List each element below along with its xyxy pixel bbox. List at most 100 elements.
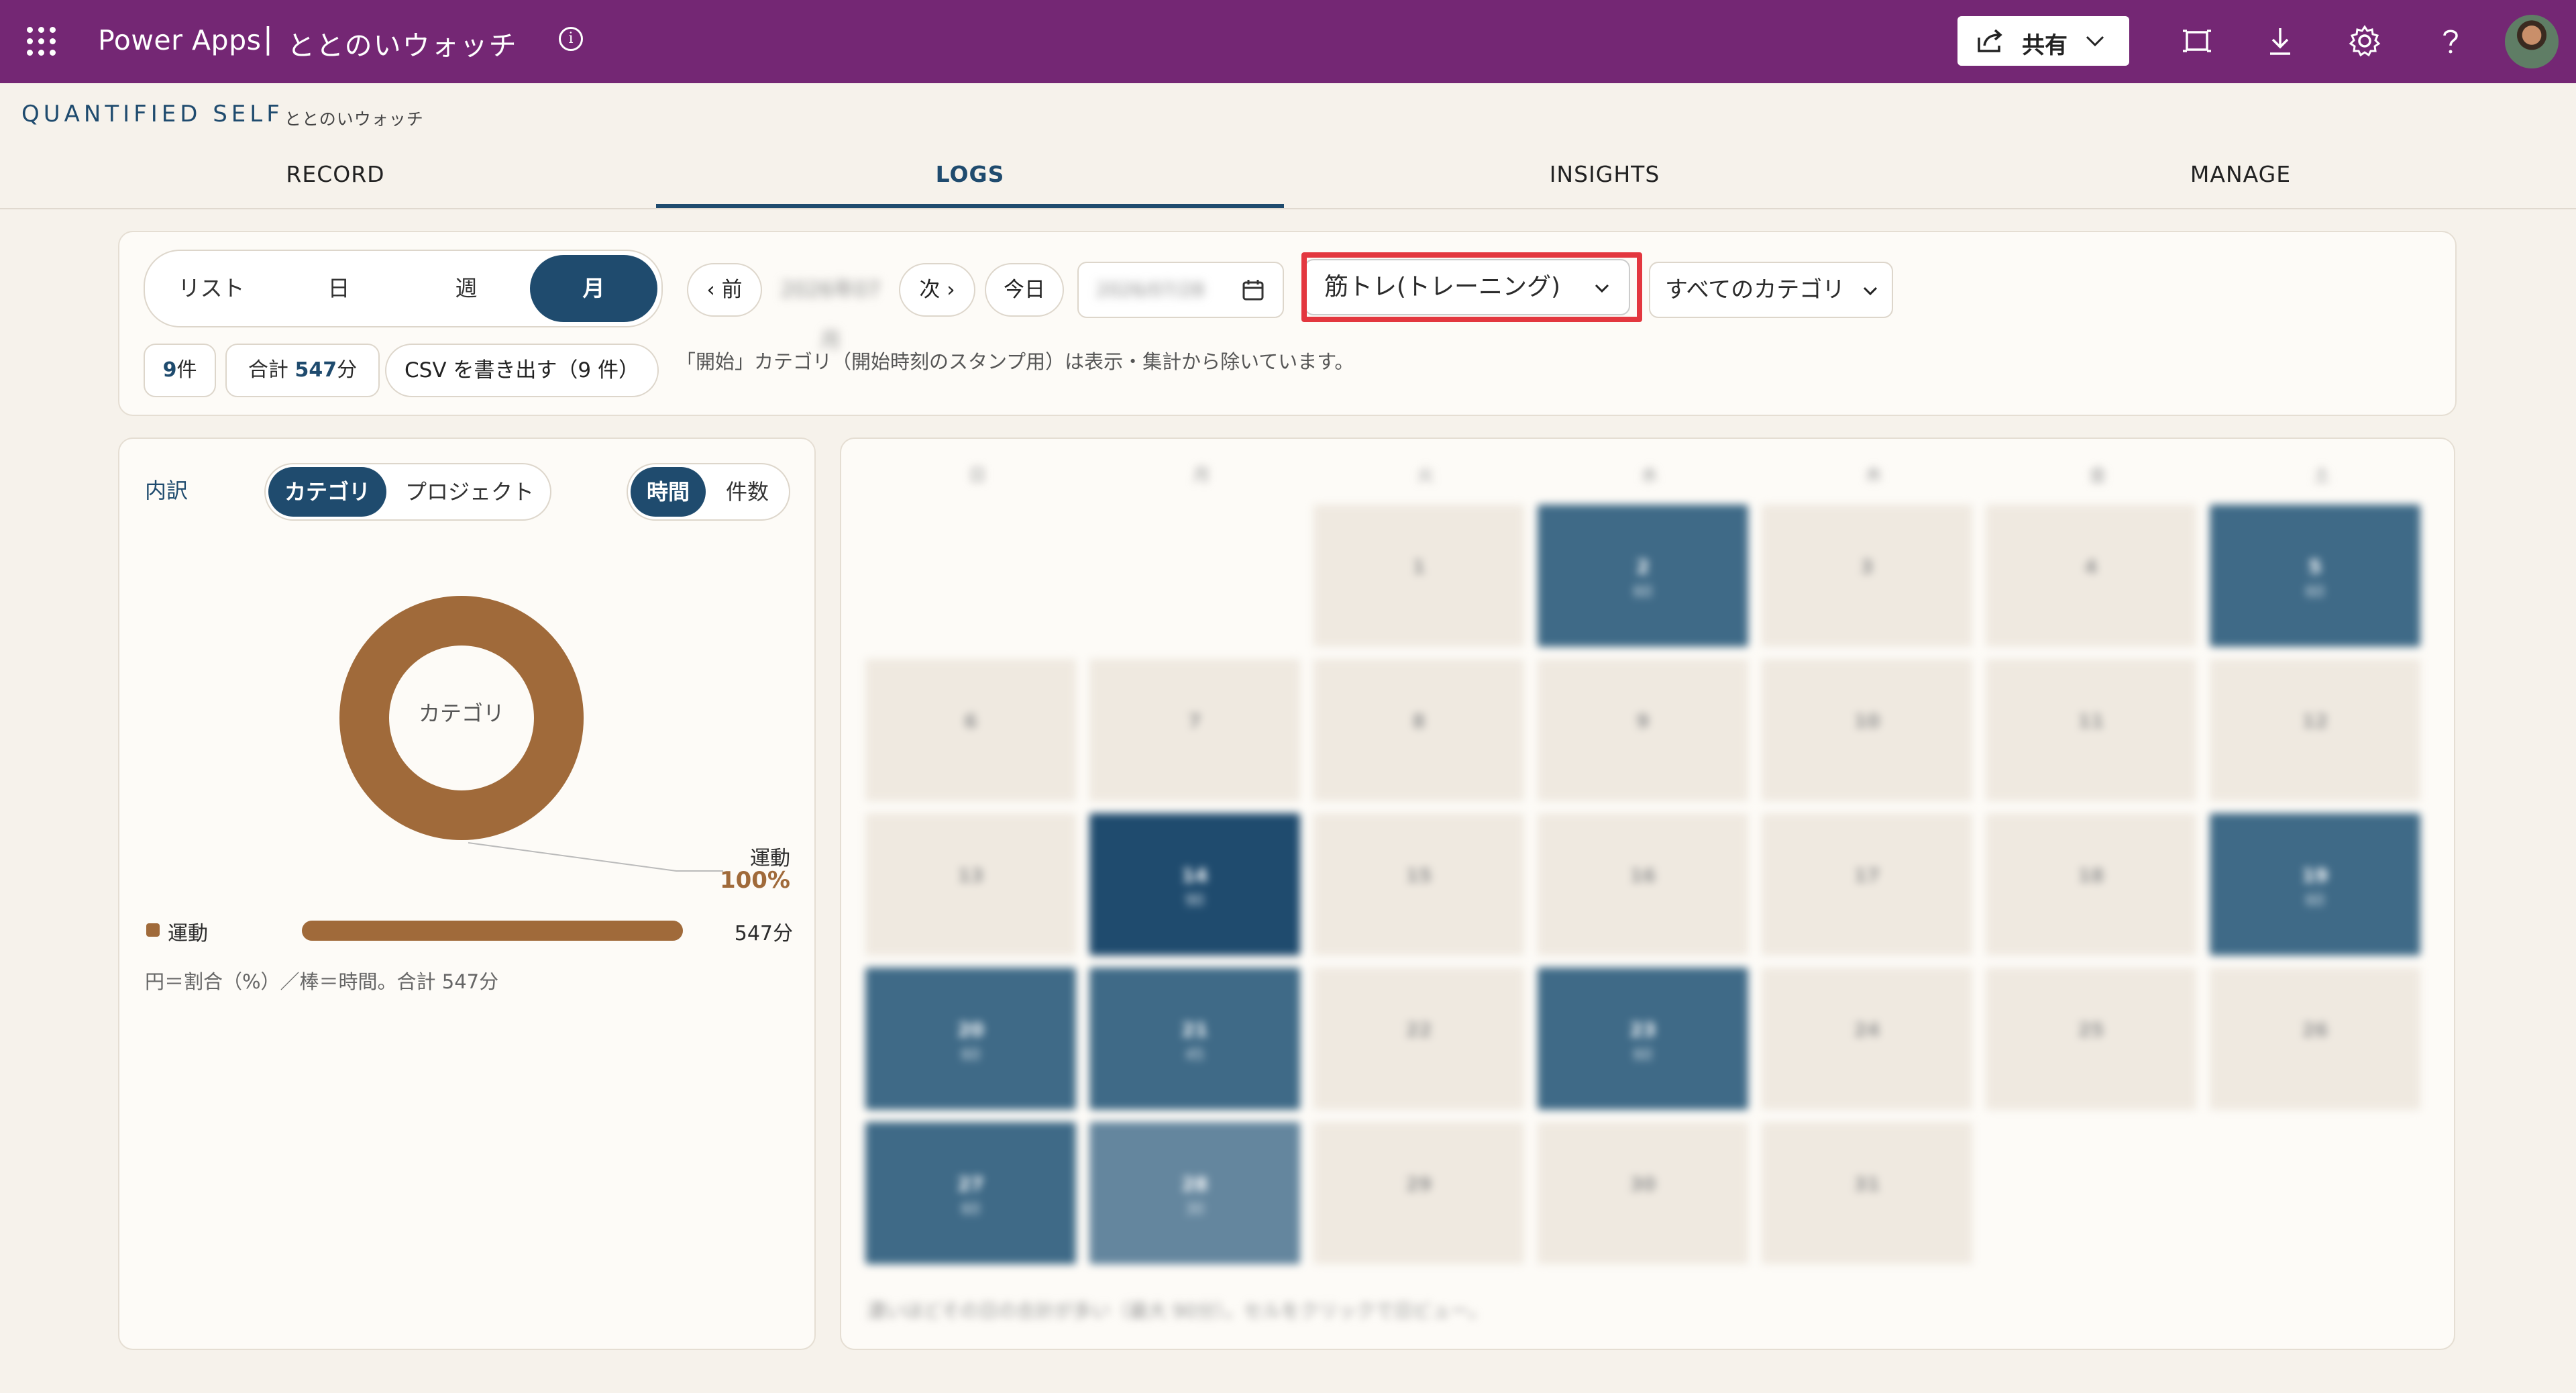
today-button[interactable]: 今日 [985, 263, 1064, 317]
legend-swatch [146, 923, 160, 937]
calendar-day-cell[interactable]: 23 60 [1538, 968, 1748, 1110]
toggle-category[interactable]: カテゴリ [268, 467, 386, 517]
calendar-day-cell[interactable]: 30 [1538, 1122, 1748, 1264]
weekday-header: 水 [1640, 466, 1658, 486]
day-number: 27 [957, 1173, 984, 1195]
weekday-header: 日 [968, 466, 986, 486]
day-number: 26 [2302, 1019, 2328, 1041]
next-period-button[interactable]: 次 › [899, 263, 975, 317]
calendar-day-cell[interactable]: 13 [865, 813, 1076, 956]
calendar-day-cell[interactable]: 3 [1762, 505, 1972, 647]
calendar-day-cell[interactable]: 4 [1986, 505, 2196, 647]
day-number: 7 [1188, 710, 1201, 732]
calendar-day-cell[interactable]: 31 [1762, 1122, 1972, 1264]
day-minutes: 60 [961, 1201, 980, 1218]
avatar[interactable] [2505, 15, 2559, 68]
top-bar: Power Apps | ととのいウォッチ i 共有 [0, 0, 2576, 83]
calendar-day-cell[interactable]: 17 [1762, 813, 1972, 956]
tab-record[interactable]: RECORD [20, 161, 651, 187]
calendar-day-cell[interactable]: 8 [1313, 659, 1524, 801]
download-icon[interactable] [2263, 24, 2297, 58]
toggle-time[interactable]: 時間 [631, 467, 706, 517]
day-number: 21 [1181, 1019, 1208, 1041]
day-number: 14 [1181, 864, 1208, 886]
csv-export-button[interactable]: CSV を書き出す（9 件） [385, 344, 659, 397]
fit-screen-icon[interactable] [2180, 24, 2214, 58]
view-week[interactable]: 週 [404, 255, 529, 322]
calendar-day-cell[interactable]: 29 [1313, 1122, 1524, 1264]
calendar-day-cell[interactable]: 21 45 [1089, 968, 1300, 1110]
prev-period-button[interactable]: ‹ 前 [687, 263, 762, 317]
day-number: 5 [2308, 556, 2322, 578]
calendar-day-cell[interactable]: 1 [1313, 505, 1524, 647]
share-button[interactable]: 共有 [1957, 16, 2129, 66]
breakdown-footnote: 円＝割合（%）／棒＝時間。合計 547分 [145, 970, 499, 993]
current-period: 2026年07月 [780, 278, 881, 353]
info-icon[interactable]: i [559, 27, 583, 51]
calendar-day-cell[interactable]: 28 30 [1089, 1122, 1300, 1264]
calendar-day-cell[interactable]: 7 [1089, 659, 1300, 801]
legend-value: 547分 [734, 922, 793, 945]
day-number: 23 [1629, 1019, 1656, 1041]
calendar-day-cell[interactable]: 15 [1313, 813, 1524, 956]
brand-title: QUANTIFIED SELF [21, 101, 284, 127]
day-number: 31 [1854, 1173, 1880, 1195]
calendar-day-cell[interactable]: 22 [1313, 968, 1524, 1110]
calendar-day-cell[interactable]: 26 [2210, 968, 2420, 1110]
calendar-hint: 濃いほどその日の合計が多い（最大 90分）。セルをクリックで日ビュー。 [867, 1300, 1488, 1322]
day-number: 18 [2078, 864, 2104, 886]
calendar-day-cell[interactable]: 5 60 [2210, 505, 2420, 647]
view-month[interactable]: 月 [530, 255, 657, 322]
waffle-icon[interactable] [27, 27, 56, 56]
day-minutes: 60 [2306, 584, 2324, 601]
calendar-day-cell[interactable]: 16 [1538, 813, 1748, 956]
count-number: 9 [162, 358, 177, 382]
day-number: 8 [1412, 710, 1426, 732]
count-unit: 件 [176, 358, 197, 382]
calendar-day-cell[interactable]: 12 [2210, 659, 2420, 801]
weekday-header: 金 [2088, 466, 2106, 486]
callout-percent: 100% [719, 867, 790, 894]
title-separator: | [263, 21, 273, 56]
toggle-project[interactable]: プロジェクト [390, 467, 549, 517]
legend-bar [302, 921, 683, 941]
calendar-day-cell[interactable]: 10 [1762, 659, 1972, 801]
total-badge: 合計 547分 [225, 344, 380, 397]
day-number: 10 [1854, 710, 1880, 732]
calendar-day-cell[interactable]: 6 [865, 659, 1076, 801]
day-number: 4 [2084, 556, 2098, 578]
calendar-day-cell[interactable]: 11 [1986, 659, 2196, 801]
app-name: Power Apps [98, 24, 262, 56]
app-title: ととのいウォッチ [287, 30, 518, 62]
tab-manage[interactable]: MANAGE [1925, 161, 2556, 187]
brand-subtitle: ととのいウォッチ [284, 109, 424, 129]
calendar-day-cell[interactable]: 20 60 [865, 968, 1076, 1110]
tab-insights[interactable]: INSIGHTS [1289, 161, 1920, 187]
all-categories-select[interactable]: すべてのカテゴリ [1649, 262, 1893, 318]
calendar-day-cell[interactable]: 19 60 [2210, 813, 2420, 956]
tab-bar: RECORD LOGS INSIGHTS MANAGE [0, 152, 2576, 209]
calendar-day-cell[interactable]: 9 [1538, 659, 1748, 801]
view-switcher: リスト 日 週 月 [144, 250, 663, 327]
weekday-header: 木 [1864, 466, 1882, 486]
total-unit: 分 [337, 358, 358, 382]
calendar-day-cell[interactable]: 24 [1762, 968, 1972, 1110]
day-number: 11 [2078, 710, 2104, 732]
gear-icon[interactable] [2348, 24, 2381, 58]
calendar-day-cell[interactable]: 2 60 [1538, 505, 1748, 647]
calendar-day-cell[interactable]: 25 [1986, 968, 2196, 1110]
day-number: 25 [2078, 1019, 2104, 1041]
day-minutes: 60 [2306, 892, 2324, 909]
calendar-day-cell[interactable]: 27 60 [865, 1122, 1076, 1264]
day-minutes: 60 [1633, 584, 1652, 601]
all-categories-value: すべてのカテゴリ [1665, 276, 1845, 303]
tab-logs[interactable]: LOGS [655, 161, 1285, 187]
view-day[interactable]: 日 [276, 255, 401, 322]
calendar-day-cell[interactable]: 14 90 [1089, 813, 1300, 956]
day-number: 13 [957, 864, 984, 886]
view-list[interactable]: リスト [149, 255, 274, 322]
date-picker[interactable]: 2026/07/28 [1077, 262, 1284, 318]
toggle-count[interactable]: 件数 [708, 467, 786, 517]
help-icon[interactable] [2434, 24, 2467, 58]
calendar-day-cell[interactable]: 18 [1986, 813, 2196, 956]
